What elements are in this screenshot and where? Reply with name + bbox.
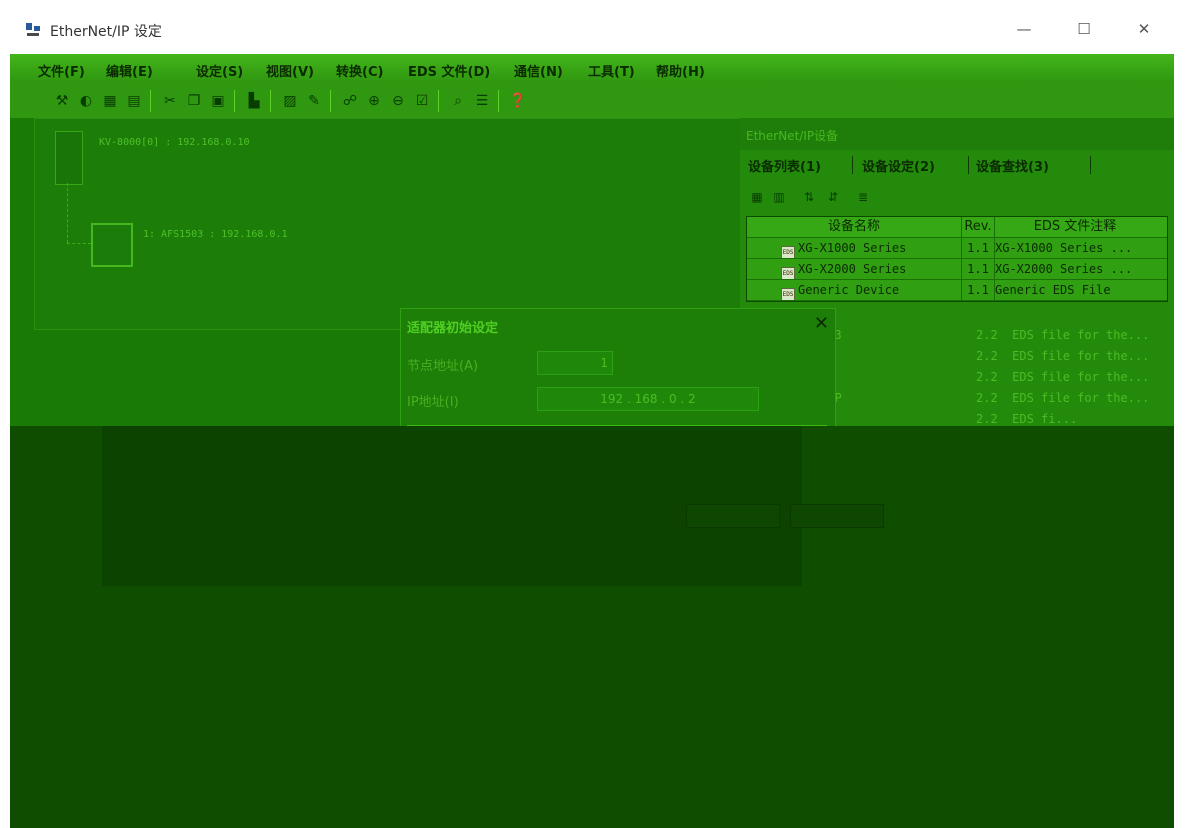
column-header-rev[interactable]: Rev. <box>962 217 995 237</box>
dim-row-text: 2.2 EDS file for the... <box>976 370 1150 384</box>
upload-icon[interactable]: ⊕ <box>364 91 384 111</box>
app-network-icon <box>25 22 41 38</box>
device-name: Generic Device <box>798 283 900 297</box>
cancel-button[interactable] <box>790 504 884 528</box>
tab-separator <box>1090 156 1091 174</box>
menu-settings[interactable]: 设定(S) <box>196 61 243 80</box>
ip-address-input[interactable]: 192 . 168 . 0 . 2 <box>537 387 759 411</box>
connection-line <box>67 183 68 243</box>
device-rev: 1.1 <box>962 238 995 258</box>
network-icon[interactable]: ▦ <box>100 91 120 111</box>
zoom-icon[interactable]: ⌕ <box>448 91 468 111</box>
ok-button[interactable] <box>686 504 780 528</box>
eds-file-icon: EDS <box>781 267 795 279</box>
minimize-button[interactable]: — <box>1002 14 1046 44</box>
connection-line <box>67 243 91 244</box>
device-comment: XG-X1000 Series ... <box>995 241 1133 255</box>
detail-view-icon[interactable]: ▥ <box>770 188 788 206</box>
table-row[interactable]: EDS XG-X1000 Series 1.1 XG-X1000 Series .… <box>747 238 1167 259</box>
cut-icon[interactable]: ✂ <box>160 91 180 111</box>
paste-icon[interactable]: ▣ <box>208 91 228 111</box>
column-header-name[interactable]: 设备名称 <box>747 217 962 237</box>
adapter-label: 1: AFS1503 : 192.168.0.1 <box>143 229 288 240</box>
dim-row-text: 2.2 EDS file for the... <box>976 391 1150 405</box>
copy-network-icon[interactable]: ▤ <box>124 91 144 111</box>
edit-icon[interactable]: ▨ <box>280 91 300 111</box>
dim-row-text: 2.2 EDS file for the... <box>976 349 1150 363</box>
panel-title: EtherNet/IP设备 <box>746 129 839 143</box>
obscured-region <box>10 426 1174 828</box>
menu-communication[interactable]: 通信(N) <box>514 61 563 80</box>
close-button[interactable]: ✕ <box>1122 14 1166 44</box>
tab-device-search[interactable]: 设备查找(3) <box>976 156 1049 175</box>
eds-file-icon: EDS <box>781 246 795 258</box>
menu-help[interactable]: 帮助(H) <box>656 61 705 80</box>
list-view-icon[interactable]: ▦ <box>748 188 766 206</box>
device-comment: Generic EDS File <box>995 283 1111 297</box>
toolbar-separator <box>150 90 151 112</box>
table-header: 设备名称 Rev. EDS 文件注释 <box>747 217 1167 238</box>
device-table: 设备名称 Rev. EDS 文件注释 EDS XG-X1000 Series 1.… <box>746 216 1168 302</box>
marker-icon[interactable]: ✎ <box>304 91 324 111</box>
wrench-icon[interactable]: ⚒ <box>52 91 72 111</box>
device-name: XG-X2000 Series <box>798 262 907 276</box>
toolbar-separator <box>438 90 439 112</box>
table-row[interactable]: EDS Generic Device 1.1 Generic EDS File <box>747 280 1167 301</box>
menu-edit[interactable]: 编辑(E) <box>106 61 153 80</box>
network-canvas[interactable]: KV-8000[0] : 192.168.0.10 1: AFS1503 : 1… <box>34 118 742 330</box>
menu-file[interactable]: 文件(F) <box>38 61 85 80</box>
menu-view[interactable]: 视图(V) <box>266 61 314 80</box>
menu-convert[interactable]: 转换(C) <box>336 61 383 80</box>
sort-desc-icon[interactable]: ⇵ <box>824 188 842 206</box>
device-name: XG-X1000 Series <box>798 241 907 255</box>
toolbar: ⚒ ◐ ▦ ▤ ✂ ❐ ▣ ▙ ▨ ✎ ☍ ⊕ ⊖ ☑ ⌕ ☰ ❓ <box>10 82 1174 118</box>
controller-label: KV-8000[0] : 192.168.0.10 <box>99 137 250 148</box>
power-icon[interactable]: ◐ <box>76 91 96 111</box>
menu-eds-file[interactable]: EDS 文件(D) <box>408 61 490 80</box>
dialog-close-icon[interactable]: ✕ <box>814 313 829 334</box>
tab-separator <box>968 156 969 174</box>
device-rev: 1.1 <box>962 259 995 279</box>
eds-file-icon: EDS <box>781 288 795 300</box>
maximize-button[interactable]: ☐ <box>1062 14 1106 44</box>
tab-separator <box>852 156 853 174</box>
device-comment: XG-X2000 Series ... <box>995 262 1133 276</box>
toolbar-separator <box>234 90 235 112</box>
tab-device-settings[interactable]: 设备设定(2) <box>862 156 935 175</box>
check-icon[interactable]: ☑ <box>412 91 432 111</box>
app-window: EtherNet/IP 设定 — ☐ ✕ 文件(F) 编辑(E) 设定(S) 视… <box>10 4 1174 828</box>
dialog-title: 适配器初始设定 <box>407 321 499 336</box>
column-header-comment[interactable]: EDS 文件注释 <box>995 217 1155 237</box>
tab-device-list[interactable]: 设备列表(1) <box>748 156 821 175</box>
ip-address-label: IP地址(I) <box>407 395 459 410</box>
device-rev: 1.1 <box>962 280 995 300</box>
menu-tools[interactable]: 工具(T) <box>588 61 635 80</box>
toolbar-separator <box>270 90 271 112</box>
download-icon[interactable]: ⊖ <box>388 91 408 111</box>
connect-icon[interactable]: ☍ <box>340 91 360 111</box>
toolbar-separator <box>498 90 499 112</box>
help-icon[interactable]: ❓ <box>508 91 528 111</box>
filter-all-icon[interactable]: ≣ <box>854 188 872 206</box>
toolbar-separator <box>330 90 331 112</box>
network-config-icon[interactable]: ▙ <box>244 91 264 111</box>
adapter-settings-dialog: 适配器初始设定 ✕ 节点地址(A) 1 IP地址(I) 192 . 168 . … <box>400 308 836 428</box>
node-address-label: 节点地址(A) <box>407 359 479 374</box>
sort-asc-icon[interactable]: ⇅ <box>800 188 818 206</box>
dim-row-text: 2.2 EDS file for the... <box>976 328 1150 342</box>
adapter-node[interactable] <box>91 223 133 267</box>
copy-icon[interactable]: ❐ <box>184 91 204 111</box>
settings-icon[interactable]: ☰ <box>472 91 492 111</box>
panel-header: EtherNet/IP设备 <box>740 118 1174 150</box>
node-address-input[interactable]: 1 <box>537 351 613 375</box>
window-title: EtherNet/IP 设定 <box>50 24 162 40</box>
controller-node[interactable] <box>55 131 83 185</box>
title-bar: EtherNet/IP 设定 — ☐ ✕ <box>10 4 1174 54</box>
table-row[interactable]: EDS XG-X2000 Series 1.1 XG-X2000 Series .… <box>747 259 1167 280</box>
menu-bar: 文件(F) 编辑(E) 设定(S) 视图(V) 转换(C) EDS 文件(D) … <box>10 54 1174 82</box>
